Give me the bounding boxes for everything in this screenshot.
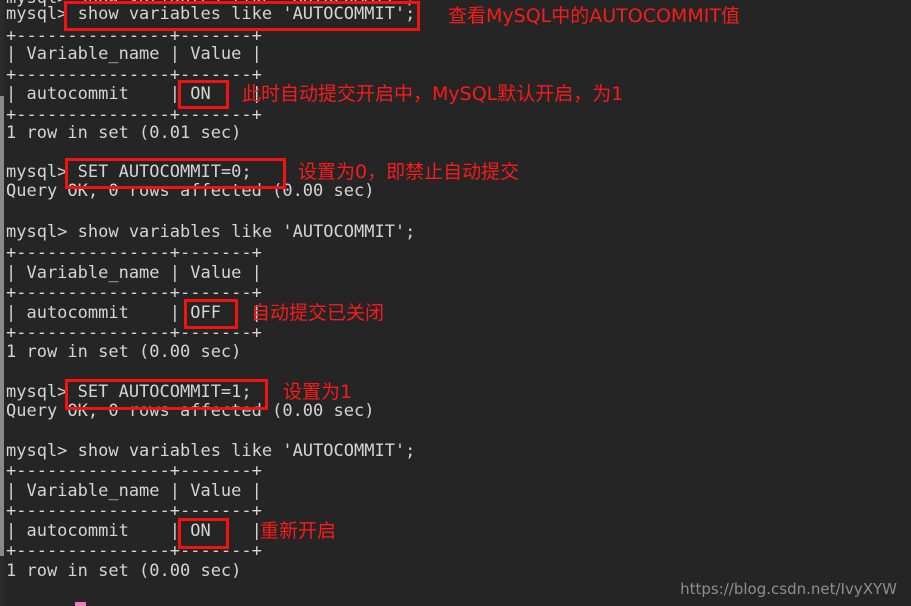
terminal-line: +---------------+-------+ — [6, 283, 262, 303]
terminal-line: mysql> show variables like 'AUTOCOMMIT'; — [6, 441, 416, 461]
terminal-line: | autocommit | ON | — [6, 521, 262, 541]
terminal-line: | Variable_name | Value | — [6, 44, 262, 64]
annotation-reopened: 重新开启 — [260, 520, 337, 542]
annotation-set-zero: 设置为0，即禁止自动提交 — [298, 161, 520, 183]
terminal-line: 1 row in set (0.00 sec) — [6, 561, 242, 581]
annotation-autocommit-closed: 自动提交已关闭 — [251, 302, 385, 324]
scrollbar-thumb[interactable] — [0, 96, 4, 556]
terminal-line: mysql> show variables like 'AUTOCOMMIT'; — [6, 4, 416, 24]
terminal-line: +---------------+-------+ — [6, 461, 262, 481]
terminal-line: Query OK, 0 rows affected (0.00 sec) — [6, 181, 375, 201]
terminal-line: | Variable_name | Value | — [6, 263, 262, 283]
watermark: https://blog.csdn.net/IvyXYW — [680, 580, 897, 598]
terminal-line: 1 row in set (0.00 sec) — [6, 342, 242, 362]
annotation-autocommit-enabled: 此时自动提交开启中，MySQL默认开启，为1 — [242, 83, 624, 105]
terminal-line: | Variable_name | Value | — [6, 481, 262, 501]
terminal-line: | autocommit | OFF | — [6, 303, 262, 323]
terminal-line: +---------------+-------+ — [6, 501, 262, 521]
terminal-screenshot: mysql> show variables like 'AUTOCOMMIT';… — [0, 0, 911, 606]
terminal-line: +---------------+-------+ — [6, 243, 262, 263]
terminal-line: +---------------+-------+ — [6, 541, 262, 561]
terminal-line: Query OK, 0 rows affected (0.00 sec) — [6, 401, 375, 421]
terminal-line: mysql> show variables like 'AUTOCOMMIT'; — [6, 222, 416, 242]
annotation-set-one: 设置为1 — [283, 381, 353, 403]
terminal-line: 1 row in set (0.01 sec) — [6, 123, 242, 143]
text-cursor — [75, 602, 86, 606]
annotation-view-autocommit: 查看MySQL中的AUTOCOMMIT值 — [448, 5, 740, 27]
scrollbar-track[interactable] — [0, 0, 4, 606]
terminal-line: | autocommit | ON | — [6, 84, 262, 104]
